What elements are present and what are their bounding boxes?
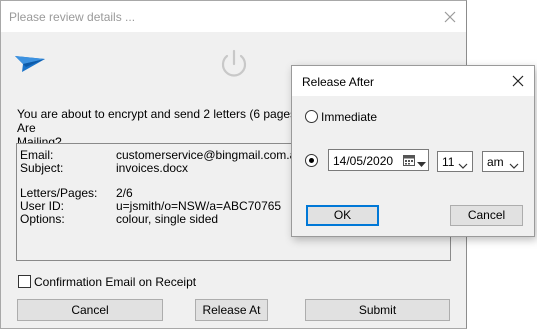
- chevron-down-icon[interactable]: [509, 158, 519, 172]
- date-value[interactable]: 14/05/2020: [333, 154, 393, 168]
- intro-line-1: You are about to encrypt and send 2 lett…: [17, 107, 304, 135]
- options-value: colour, single sided: [116, 212, 219, 226]
- window-title: Please review details ...: [9, 10, 136, 24]
- submit-button[interactable]: Submit: [305, 299, 450, 321]
- hour-select[interactable]: 11: [437, 151, 473, 172]
- dialog-cancel-button[interactable]: Cancel: [450, 205, 523, 226]
- radio-selected-dot: [309, 158, 314, 163]
- userid-value: u=jsmith/o=NSW/a=ABC70765: [116, 199, 282, 213]
- confirmation-label[interactable]: Confirmation Email on Receipt: [34, 275, 196, 289]
- immediate-radio[interactable]: [305, 110, 318, 123]
- hour-value[interactable]: 11: [442, 155, 454, 169]
- date-picker[interactable]: 14/05/2020: [328, 149, 429, 171]
- immediate-label[interactable]: Immediate: [321, 110, 377, 124]
- options-label: Options:: [20, 212, 65, 226]
- dialog-title: Release After: [302, 75, 375, 89]
- ok-button[interactable]: OK: [306, 205, 379, 226]
- calendar-icon[interactable]: [403, 154, 415, 169]
- release-at-button[interactable]: Release At: [195, 299, 268, 321]
- close-icon[interactable]: [508, 71, 528, 91]
- userid-label: User ID:: [20, 199, 65, 213]
- dialog-title-bar: Release After: [292, 66, 534, 96]
- title-bar: Please review details ...: [1, 1, 466, 32]
- close-icon[interactable]: [439, 6, 461, 28]
- email-label: Email:: [20, 148, 54, 162]
- release-after-dialog: Release After Immediate 14/05/2020 11 am…: [291, 65, 535, 237]
- power-icon: [217, 47, 251, 84]
- chevron-down-icon[interactable]: [417, 157, 426, 171]
- ampm-select[interactable]: am: [482, 151, 524, 172]
- ampm-value[interactable]: am: [487, 155, 504, 169]
- date-radio[interactable]: [305, 154, 318, 167]
- subject-value: invoices.docx: [116, 161, 189, 175]
- letters-label: Letters/Pages:: [20, 186, 98, 200]
- subject-label: Subject:: [20, 161, 64, 175]
- email-value: customerservice@bingmail.com.au: [116, 148, 303, 162]
- chevron-down-icon[interactable]: [458, 158, 468, 172]
- confirmation-checkbox[interactable]: [18, 275, 31, 288]
- paper-plane-icon: [14, 50, 46, 77]
- letters-value: 2/6: [116, 186, 133, 200]
- cancel-button[interactable]: Cancel: [17, 299, 163, 321]
